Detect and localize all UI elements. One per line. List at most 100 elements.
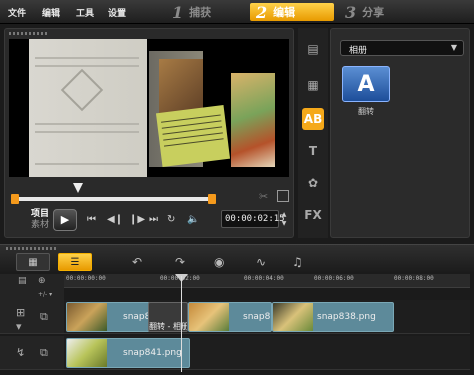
play-button[interactable]: ▶: [53, 209, 77, 231]
menu-settings[interactable]: 设置: [108, 6, 126, 19]
menu-file[interactable]: 文件: [8, 6, 26, 19]
timeline-view-button[interactable]: ☰: [58, 253, 92, 271]
go-to-start-icon[interactable]: ⏮: [87, 214, 96, 225]
preview-photo: [231, 73, 275, 167]
step-share-tab[interactable]: 3 分享: [339, 2, 419, 22]
mode-clip-label: 素材: [31, 220, 50, 230]
clip-thumbnail: [273, 303, 313, 331]
video-track-header: ⊞ ▾ ⧉: [0, 300, 64, 334]
volume-icon[interactable]: 🔈: [187, 214, 199, 225]
previous-frame-icon[interactable]: ◀❙: [107, 214, 123, 225]
undo-icon[interactable]: ↶: [132, 255, 142, 269]
overlay-track[interactable]: snap841.png: [64, 336, 470, 370]
mark-in-handle[interactable]: [11, 194, 19, 204]
graphics-tab-icon[interactable]: ✿: [302, 172, 324, 194]
step-number: 2: [256, 2, 268, 22]
step-number: 3: [345, 2, 357, 22]
step-number: 1: [172, 2, 184, 22]
clip-label: 翻转 - 相册: [149, 322, 188, 331]
clip-label: snap838.png: [317, 312, 376, 322]
step-label: 捕获: [189, 6, 212, 19]
overlay-clip[interactable]: snap841.png: [66, 338, 190, 368]
top-menu-bar: 文件 编辑 工具 设置 1 捕获 2 编辑 3 分享: [0, 0, 474, 24]
clip-label: snap841.png: [123, 348, 182, 358]
video-track-icon: ⊞: [16, 306, 26, 319]
overlay-track-header: ↯ ⧉: [0, 336, 64, 370]
preview-photo: [159, 59, 203, 115]
paper-diamond-emblem: [60, 68, 104, 112]
ruler-tick: 00:00:04:00: [244, 275, 284, 282]
note-line: [163, 138, 224, 147]
library-category-tabs: ▤ ▦ AB T ✿ FX: [298, 28, 328, 238]
overlay-track-icon: ⧉: [40, 346, 48, 359]
transition-thumbnail-label: 翻转: [358, 107, 374, 116]
paper-line: [35, 123, 139, 125]
scrubber-handle[interactable]: [73, 183, 83, 193]
track-manager-icon[interactable]: ▤: [18, 276, 27, 286]
timeline-grip[interactable]: [6, 247, 56, 250]
ruler-tick: 00:00:06:00: [314, 275, 354, 282]
chevron-down-icon: ▼: [450, 43, 457, 52]
title-tab-icon[interactable]: T: [302, 140, 324, 162]
go-to-end-icon[interactable]: ⏭: [149, 214, 158, 225]
clip-label: snap8: [243, 312, 271, 322]
storyboard-view-button[interactable]: ▦: [16, 253, 50, 271]
preview-paper-page: [29, 39, 147, 177]
step-edit-tab[interactable]: 2 编辑: [250, 2, 334, 22]
next-frame-icon[interactable]: ❙▶: [129, 214, 145, 225]
paper-line: [35, 57, 139, 59]
enlarge-preview-icon[interactable]: [277, 190, 289, 202]
timecode-spinner[interactable]: ▲ ▼: [280, 210, 288, 228]
clip-label: snap8: [123, 312, 150, 322]
repeat-icon[interactable]: ↻: [167, 214, 175, 225]
gallery-dropdown[interactable]: 相册 ▼: [340, 40, 464, 56]
ripple-edit-icon[interactable]: ⧉: [40, 310, 48, 324]
step-capture-tab[interactable]: 1 捕获: [166, 2, 246, 22]
zoom-control[interactable]: +/- ▾: [38, 291, 52, 298]
step-label: 分享: [362, 6, 385, 19]
paper-line: [35, 65, 139, 67]
menu-tools[interactable]: 工具: [76, 6, 94, 19]
video-track[interactable]: snap8 翻转 - 相册 snap8 snap838.png: [64, 300, 470, 334]
timeline-left-controls: ▤ ⊕: [0, 274, 64, 300]
clip-thumbnail: [189, 303, 229, 331]
paper-line: [35, 131, 139, 133]
scissors-icon[interactable]: ✂: [259, 190, 268, 203]
step-label: 编辑: [273, 6, 296, 19]
mode-project-label: 项目: [31, 209, 50, 219]
menu-edit[interactable]: 编辑: [42, 6, 60, 19]
library-panel: [330, 28, 470, 238]
transition-thumbnail[interactable]: A: [342, 66, 390, 102]
transition-clip[interactable]: 翻转 - 相册: [148, 302, 188, 332]
instant-project-tab-icon[interactable]: ▦: [302, 74, 324, 96]
record-capture-icon[interactable]: ◉: [214, 255, 224, 269]
playhead-line: [181, 276, 182, 372]
video-clip[interactable]: snap8: [188, 302, 272, 332]
transition-tab-icon[interactable]: AB: [302, 108, 324, 130]
clip-thumbnail: [67, 303, 107, 331]
preview-screen: [9, 39, 289, 177]
scrubber-track[interactable]: [15, 197, 213, 201]
chevron-down-icon[interactable]: ▾: [16, 320, 22, 333]
gallery-dropdown-value: 相册: [349, 46, 368, 56]
video-clip[interactable]: snap8: [66, 302, 150, 332]
media-tab-icon[interactable]: ▤: [302, 38, 324, 60]
panel-grip[interactable]: [9, 32, 49, 35]
link-icon[interactable]: ↯: [16, 346, 25, 359]
filter-fx-tab-icon[interactable]: FX: [302, 204, 324, 226]
add-marker-icon[interactable]: ⊕: [38, 276, 46, 286]
ruler-tick: 00:00:00:00: [66, 275, 106, 282]
project-clip-mode-switch[interactable]: 项目 素材: [31, 209, 49, 231]
clip-thumbnail: [67, 339, 107, 367]
preview-panel: ✂ 项目 素材 ▶ ⏮ ◀❙ ❙▶ ⏭ ↻ 🔈 00:00:02:15 ▲ ▼: [4, 28, 294, 238]
timecode-field[interactable]: 00:00:02:15: [221, 210, 285, 228]
audio-mixer-icon[interactable]: ∿: [256, 255, 266, 269]
timeline-ruler[interactable]: 00:00:00:00 00:00:02:00 00:00:04:00 00:0…: [64, 274, 470, 288]
paper-line: [35, 163, 139, 165]
auto-music-icon[interactable]: ♫: [292, 255, 303, 269]
preview-handwritten-note: [155, 105, 231, 167]
video-clip[interactable]: snap838.png: [272, 302, 394, 332]
mark-out-handle[interactable]: [208, 194, 216, 204]
ruler-tick: 00:00:08:00: [394, 275, 434, 282]
redo-icon[interactable]: ↷: [175, 255, 185, 269]
